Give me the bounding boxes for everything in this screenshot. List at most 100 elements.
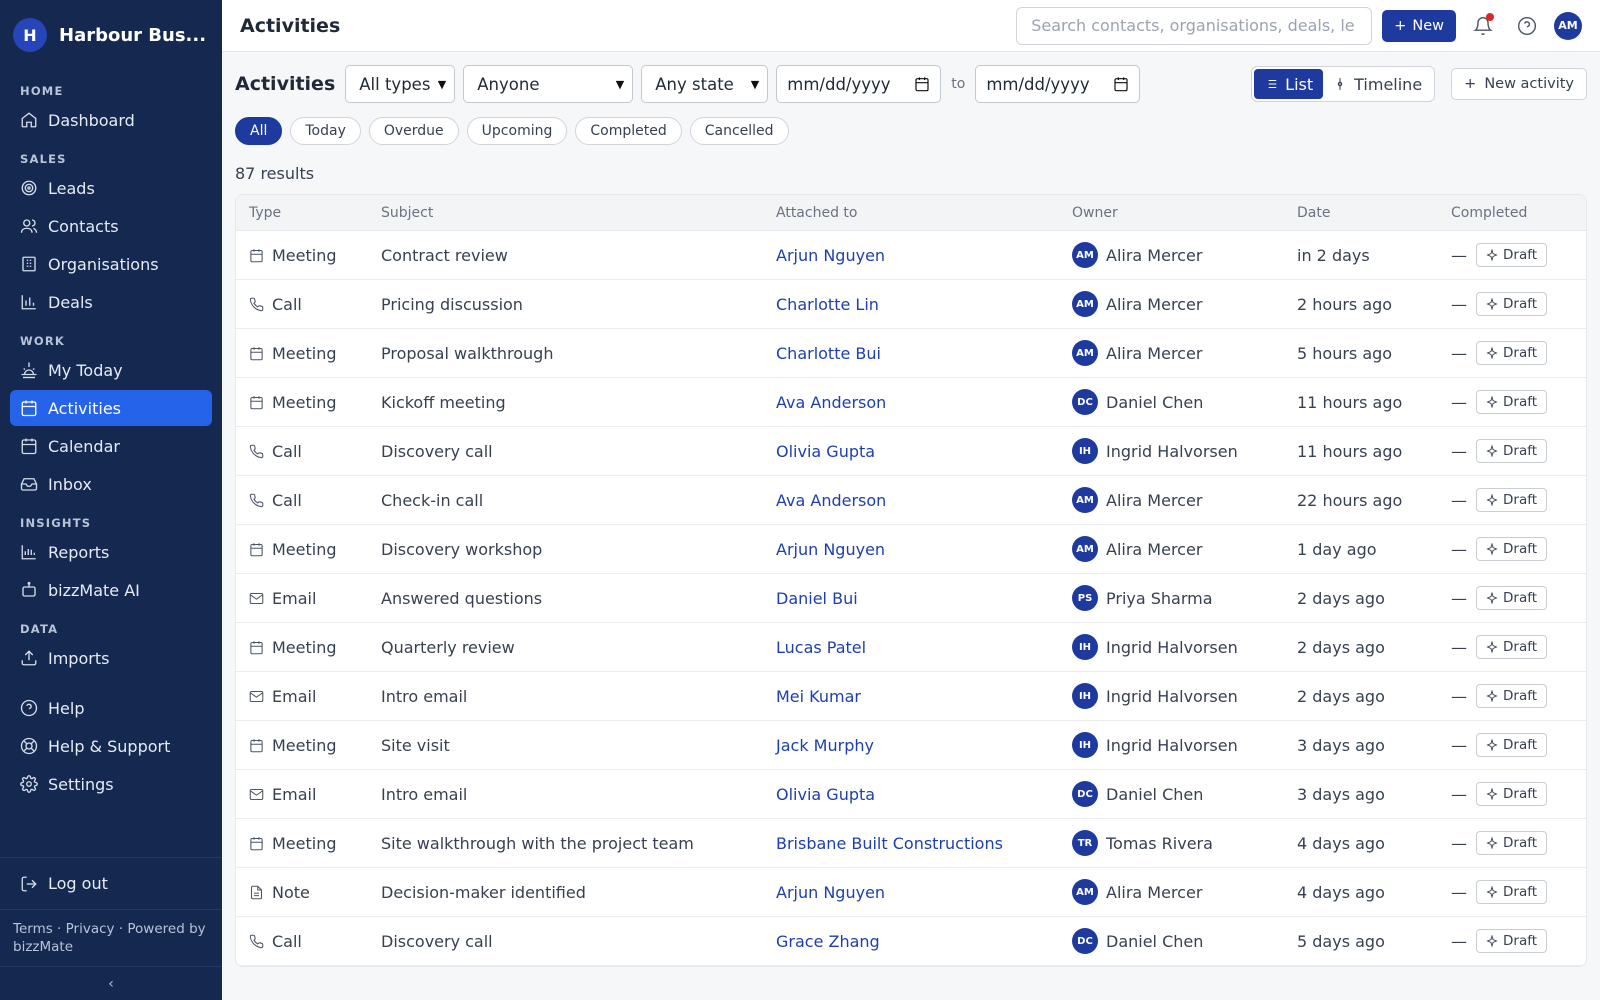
- sidebar-item-reports[interactable]: Reports: [10, 534, 212, 570]
- draft-button[interactable]: Draft: [1476, 929, 1548, 953]
- draft-button[interactable]: Draft: [1476, 292, 1548, 316]
- global-search-input[interactable]: [1016, 6, 1373, 45]
- attached-to-link[interactable]: Arjun Nguyen: [764, 246, 1060, 265]
- sparkle-icon: [1486, 690, 1498, 702]
- table-row[interactable]: Meeting Discovery workshop Arjun Nguyen AM A…: [236, 525, 1586, 574]
- date-from-input[interactable]: mm/dd/yyyy: [776, 65, 942, 103]
- draft-button[interactable]: Draft: [1476, 733, 1548, 757]
- attached-to-link[interactable]: Charlotte Bui: [764, 344, 1060, 363]
- help-icon: [1517, 16, 1537, 35]
- notifications-button[interactable]: [1466, 9, 1500, 43]
- draft-button[interactable]: Draft: [1476, 488, 1548, 512]
- date-to-input[interactable]: mm/dd/yyyy: [975, 65, 1141, 103]
- filter-pill-overdue[interactable]: Overdue: [368, 117, 459, 145]
- filter-pill-cancelled[interactable]: Cancelled: [689, 117, 789, 145]
- draft-button[interactable]: Draft: [1476, 537, 1548, 561]
- sidebar-item-bizzmate-ai[interactable]: bizzMate AI: [10, 572, 212, 608]
- draft-button[interactable]: Draft: [1476, 831, 1548, 855]
- sidebar-item-settings[interactable]: Settings: [10, 766, 212, 802]
- table-row[interactable]: Meeting Quarterly review Lucas Patel IH Ingr…: [236, 623, 1586, 672]
- sidebar-item-help[interactable]: Help: [10, 690, 212, 726]
- type-filter-select[interactable]: All types ▼: [345, 65, 456, 103]
- attached-to-link[interactable]: Lucas Patel: [764, 638, 1060, 657]
- sidebar-item-my-today[interactable]: My Today: [10, 352, 212, 388]
- draft-button[interactable]: Draft: [1476, 439, 1548, 463]
- draft-label: Draft: [1503, 492, 1538, 508]
- attached-to-link[interactable]: Ava Anderson: [764, 393, 1060, 412]
- attached-to-link[interactable]: Grace Zhang: [764, 932, 1060, 951]
- table-header: Type Subject Attached to Owner Date Completed: [236, 195, 1586, 231]
- filter-pill-today[interactable]: Today: [290, 117, 361, 145]
- table-row[interactable]: Meeting Contract review Arjun Nguyen AM Alir…: [236, 231, 1586, 280]
- draft-button[interactable]: Draft: [1476, 880, 1548, 904]
- filter-pill-completed[interactable]: Completed: [575, 117, 682, 145]
- draft-button[interactable]: Draft: [1476, 390, 1548, 414]
- brand[interactable]: H Harbour Bus...: [0, 0, 222, 70]
- attached-to-link[interactable]: Charlotte Lin: [764, 295, 1060, 314]
- table-row[interactable]: Email Answered questions Daniel Bui PS Priya…: [236, 574, 1586, 623]
- table-row[interactable]: Meeting Proposal walkthrough Charlotte Bui…: [236, 329, 1586, 378]
- state-filter-value: Any state: [655, 74, 734, 94]
- sidebar-item-calendar[interactable]: Calendar: [10, 428, 212, 464]
- logout-button[interactable]: Log out: [0, 858, 222, 910]
- table-row[interactable]: Email Intro email Mei Kumar IH Ingrid Halvor…: [236, 672, 1586, 721]
- sidebar-item-imports[interactable]: Imports: [10, 640, 212, 676]
- sidebar-item-activities[interactable]: Activities: [10, 390, 212, 426]
- table-row[interactable]: Meeting Kickoff meeting Ava Anderson DC Dani…: [236, 378, 1586, 427]
- attached-to-link[interactable]: Mei Kumar: [764, 687, 1060, 706]
- collapse-sidebar-button[interactable]: ‹: [0, 966, 222, 1000]
- sidebar-item-leads[interactable]: Leads: [10, 170, 212, 206]
- column-header-attached-to[interactable]: Attached to: [764, 205, 1060, 221]
- calendar-icon: [21, 400, 37, 417]
- owner-filter-select[interactable]: Anyone ▼: [463, 65, 634, 103]
- column-header-type[interactable]: Type: [236, 205, 369, 221]
- table-row[interactable]: Meeting Site walkthrough with the project…: [236, 819, 1586, 868]
- chevron-down-icon: ▼: [437, 77, 447, 91]
- new-activity-button[interactable]: + New activity: [1451, 68, 1587, 100]
- user-avatar[interactable]: AM: [1554, 11, 1582, 40]
- table-row[interactable]: Call Discovery call Olivia Gupta IH Ingrid H…: [236, 427, 1586, 476]
- list-view-button[interactable]: List: [1254, 69, 1324, 99]
- attached-to-link[interactable]: Jack Murphy: [764, 736, 1060, 755]
- attached-to-link[interactable]: Olivia Gupta: [764, 785, 1060, 804]
- attached-to-link[interactable]: Arjun Nguyen: [764, 540, 1060, 559]
- draft-button[interactable]: Draft: [1476, 586, 1548, 610]
- type-cell: Meeting: [236, 834, 369, 853]
- footer-links[interactable]: Terms · Privacy · Powered by bizzMate: [0, 910, 222, 966]
- table-row[interactable]: Meeting Site visit Jack Murphy IH Ingrid Hal…: [236, 721, 1586, 770]
- attached-to-link[interactable]: Ava Anderson: [764, 491, 1060, 510]
- table-row[interactable]: Call Pricing discussion Charlotte Lin AM Ali…: [236, 280, 1586, 329]
- sidebar-item-organisations[interactable]: Organisations: [10, 246, 212, 282]
- draft-button[interactable]: Draft: [1476, 243, 1548, 267]
- draft-button[interactable]: Draft: [1476, 684, 1548, 708]
- table-row[interactable]: Note Decision-maker identified Arjun Nguye…: [236, 868, 1586, 917]
- filter-pill-all[interactable]: All: [235, 117, 283, 145]
- sidebar-item-deals[interactable]: Deals: [10, 284, 212, 320]
- sidebar-item-help-support[interactable]: Help & Support: [10, 728, 212, 764]
- attached-to-link[interactable]: Daniel Bui: [764, 589, 1060, 608]
- attached-to-link[interactable]: Olivia Gupta: [764, 442, 1060, 461]
- logout-icon: [21, 876, 37, 891]
- timeline-view-button[interactable]: Timeline: [1323, 69, 1432, 99]
- column-header-date[interactable]: Date: [1285, 205, 1439, 221]
- table-row[interactable]: Call Check-in call Ava Anderson AM Alira Mer…: [236, 476, 1586, 525]
- attached-to-link[interactable]: Brisbane Built Constructions: [764, 834, 1060, 853]
- attached-to-link[interactable]: Arjun Nguyen: [764, 883, 1060, 902]
- table-row[interactable]: Email Intro email Olivia Gupta DC Daniel Che…: [236, 770, 1586, 819]
- column-header-owner[interactable]: Owner: [1060, 205, 1285, 221]
- date-cell: 2 days ago: [1297, 637, 1385, 657]
- filter-pill-upcoming[interactable]: Upcoming: [466, 117, 568, 145]
- draft-button[interactable]: Draft: [1476, 782, 1548, 806]
- table-row[interactable]: Call Discovery call Grace Zhang DC Daniel Ch…: [236, 917, 1586, 966]
- sidebar-item-contacts[interactable]: Contacts: [10, 208, 212, 244]
- column-header-subject[interactable]: Subject: [369, 205, 764, 221]
- column-header-completed[interactable]: Completed: [1439, 205, 1586, 221]
- sidebar-item-inbox[interactable]: Inbox: [10, 466, 212, 502]
- draft-button[interactable]: Draft: [1476, 635, 1548, 659]
- draft-button[interactable]: Draft: [1476, 341, 1548, 365]
- state-filter-select[interactable]: Any state ▼: [641, 65, 769, 103]
- help-button[interactable]: [1510, 9, 1544, 43]
- new-button[interactable]: + New: [1382, 9, 1456, 42]
- sidebar-item-dashboard[interactable]: Dashboard: [10, 102, 212, 138]
